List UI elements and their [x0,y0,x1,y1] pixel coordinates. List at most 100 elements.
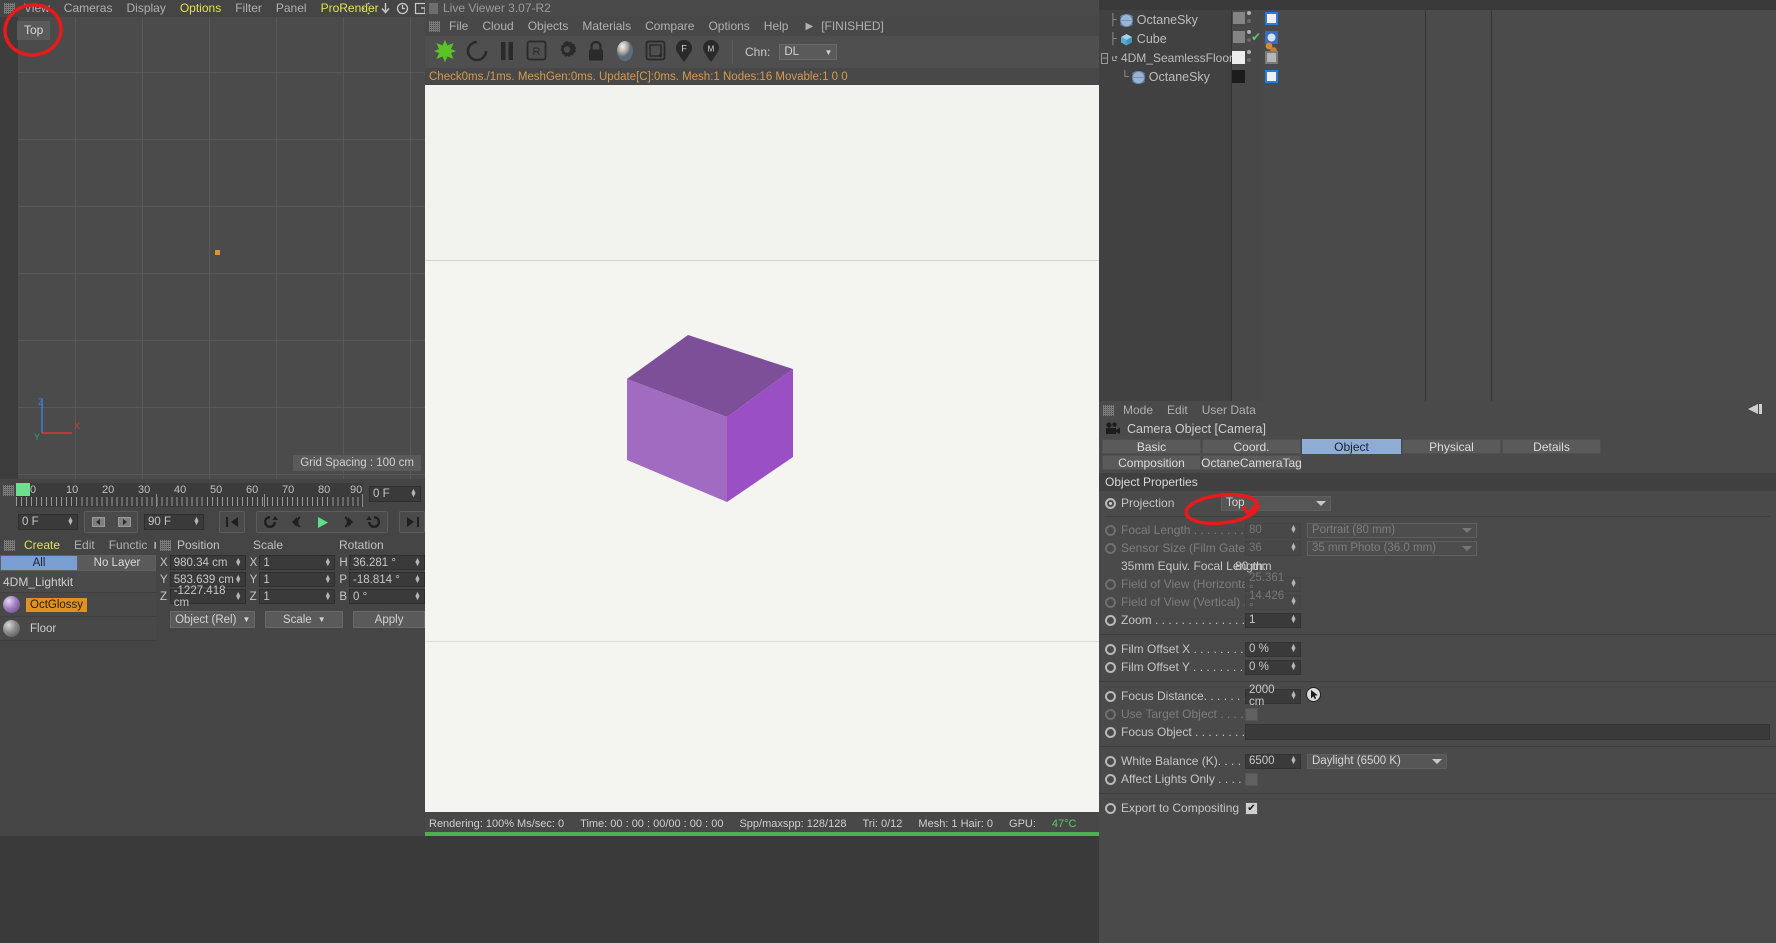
lv-menu-help[interactable]: Help [757,16,796,36]
material-preview-icon[interactable] [614,40,636,65]
tab-details[interactable]: Details [1502,439,1601,454]
play-arrow-icon[interactable]: ▶ [805,21,813,32]
picture-viewer-icon[interactable] [645,40,666,64]
lv-menu-compare[interactable]: Compare [638,16,701,36]
viewport-menu-options[interactable]: Options [173,0,228,17]
lv-menu-objects[interactable]: Objects [521,16,576,36]
tab-composition[interactable]: Composition [1102,455,1201,470]
expand-collapse-icon[interactable]: − [1101,52,1109,64]
tag-octane-floor[interactable] [1265,51,1278,67]
property-fov-horizontal[interactable]: Field of View (Horizontal) 25.361 ° ▲ ▼ [1099,572,1776,596]
next-frame-button[interactable] [335,512,361,532]
previous-frame-button[interactable] [283,512,309,532]
tab-basic[interactable]: Basic [1102,439,1201,454]
visibility-toggle-row-2[interactable] [1233,31,1245,43]
timeline-current-frame-field[interactable]: 0 F ▲ ▼ [369,486,421,502]
viewport-menubar[interactable]: View Cameras Display Options Filter Pane… [0,0,429,17]
spinner-icon[interactable]: ▲ ▼ [1290,643,1297,654]
menu-function[interactable]: Functic [102,536,155,555]
rotation-b-field[interactable]: 0 ° ▲ ▼ [349,589,425,604]
live-viewer-toolbar[interactable]: R F M Chn: DL ▼ [425,36,1099,68]
material-picker-icon[interactable]: M [702,39,720,66]
property-fov-vertical[interactable]: Field of View (Vertical) . . 14.426 ° ▲ ▼ [1099,590,1776,614]
property-film-offset-x[interactable]: Film Offset X . . . . . . . . . 0 % ▲ ▼ [1099,640,1776,658]
spinner-icon[interactable]: ▲ ▼ [235,574,242,585]
coordinate-mode-dropdown[interactable]: Object (Rel) ▼ [170,611,256,628]
viewport-menu-panel[interactable]: Panel [269,0,314,17]
animate-radio-icon[interactable] [1105,802,1116,814]
sensor-size-preset-dropdown[interactable]: 35 mm Photo (36.0 mm) [1307,540,1477,556]
visibility-dots-3[interactable] [1247,50,1251,62]
rotation-p-field[interactable]: -18.814 ° ▲ ▼ [349,572,425,587]
frame-step-group[interactable] [84,511,138,533]
property-white-balance[interactable]: White Balance (K). . . . . . . 6500 ▲ ▼ D… [1099,752,1776,770]
property-use-target-object[interactable]: Use Target Object . . . . . [1099,705,1776,723]
animate-radio-icon[interactable] [1105,773,1116,785]
playback-group[interactable] [256,511,388,533]
scale-z-field[interactable]: 1 ▲ ▼ [259,589,336,604]
material-manager-menubar[interactable]: Create Edit Functic ▶ [0,536,162,555]
live-viewer-grip-icon[interactable] [429,20,440,32]
property-focus-object[interactable]: Focus Object . . . . . . . . . [1099,723,1776,741]
scale-y-field[interactable]: 1 ▲ ▼ [259,572,336,587]
object-manager-panel[interactable]: ├ OctaneSky ├ Cube − 0 4DM_SeamlessFloor… [1099,10,1776,405]
tag-octane-sky-2[interactable] [1265,70,1278,86]
start-frame-field[interactable]: 0 F ▲ ▼ [18,514,78,530]
tab-object[interactable]: Object [1302,439,1401,454]
timeline-ruler[interactable]: 0 10 20 30 40 50 60 70 80 90 [16,483,363,507]
render-start-icon[interactable] [433,39,457,66]
property-film-offset-y[interactable]: Film Offset Y . . . . . . . . . 0 % ▲ ▼ [1099,658,1776,676]
material-manager-grip-icon[interactable] [4,540,15,551]
animate-radio-icon[interactable] [1105,726,1116,738]
attribute-manager-panel[interactable]: Mode Edit User Data Camera Object [Camer… [1099,401,1776,943]
property-export-to-compositing[interactable]: Export to Compositing ✔ [1099,799,1776,817]
focus-picker-button[interactable] [1306,687,1321,705]
animate-radio-icon[interactable] [1105,690,1116,702]
viewport-nav-icons[interactable] [362,2,427,15]
affect-lights-only-checkbox[interactable] [1245,772,1258,786]
material-item-label[interactable]: Floor [26,622,60,636]
live-viewer-menubar[interactable]: File Cloud Objects Materials Compare Opt… [425,16,1099,36]
spinner-icon[interactable]: ▲ ▼ [1290,661,1297,672]
tab-octanecameratag[interactable]: OctaneCameraTag [1201,455,1302,470]
film-offset-y-field[interactable]: 0 % ▲ ▼ [1245,659,1301,675]
loop-button[interactable] [361,512,387,532]
spinner-icon[interactable]: ▲ ▼ [414,591,421,602]
tab-physical[interactable]: Physical [1402,439,1501,454]
animate-radio-icon[interactable] [1105,524,1116,536]
position-x-field[interactable]: 980.34 cm ▲ ▼ [169,555,246,570]
viewport-menu-cameras[interactable]: Cameras [57,0,120,17]
timeline-playhead[interactable] [16,483,30,496]
property-focus-distance[interactable]: Focus Distance. . . . . . . . . 2000 cm … [1099,684,1776,708]
viewport-menu-display[interactable]: Display [119,0,172,17]
attribute-tabs-row-2[interactable]: Composition OctaneCameraTag [1099,455,1776,470]
property-sensor-size[interactable]: Sensor Size (Film Gate). . 36 ▲ ▼ 35 mm P… [1099,539,1776,557]
animate-radio-icon[interactable] [1105,578,1116,590]
timeline-panel[interactable]: 0 10 20 30 40 50 60 70 80 90 0 F ▲ ▼ 0 F … [0,479,497,536]
menu-create[interactable]: Create [17,536,67,555]
scale-mode-dropdown[interactable]: Scale ▼ [265,611,344,628]
visibility-dots-1[interactable] [1247,11,1251,23]
spinner-icon[interactable]: ▲ ▼ [193,516,200,527]
spinner-icon[interactable]: ▲ ▼ [235,591,242,602]
list-item[interactable]: Floor [0,617,156,641]
projection-dropdown[interactable]: Top [1221,495,1331,511]
use-target-object-checkbox[interactable] [1245,707,1258,721]
lv-menu-materials[interactable]: Materials [575,16,638,36]
property-zoom[interactable]: Zoom . . . . . . . . . . . . . . . 1 ▲ ▼ [1099,611,1776,629]
spinner-icon[interactable]: ▲ ▼ [414,557,421,568]
spinner-icon[interactable]: ▲ ▼ [1290,614,1297,625]
tree-item-cube[interactable]: ├ Cube [1099,30,1241,48]
step-forward-button[interactable] [111,512,137,532]
spinner-icon[interactable]: ▲ ▼ [1290,755,1297,766]
white-balance-preset-dropdown[interactable]: Daylight (6500 K) [1307,753,1447,769]
focal-length-preset-dropdown[interactable]: Portrait (80 mm) [1307,522,1477,538]
timeline-grip-icon[interactable] [3,485,14,496]
viewport-panel[interactable]: View Cameras Display Options Filter Pane… [0,0,429,479]
step-back-button[interactable] [85,512,111,532]
animate-radio-icon[interactable] [1105,755,1116,767]
tag-octane-sky-1[interactable] [1265,12,1278,28]
play-backwards-button[interactable] [257,512,283,532]
fov-vertical-field[interactable]: 14.426 ° ▲ ▼ [1245,590,1301,614]
viewport-menu-grip-icon[interactable] [4,3,15,14]
